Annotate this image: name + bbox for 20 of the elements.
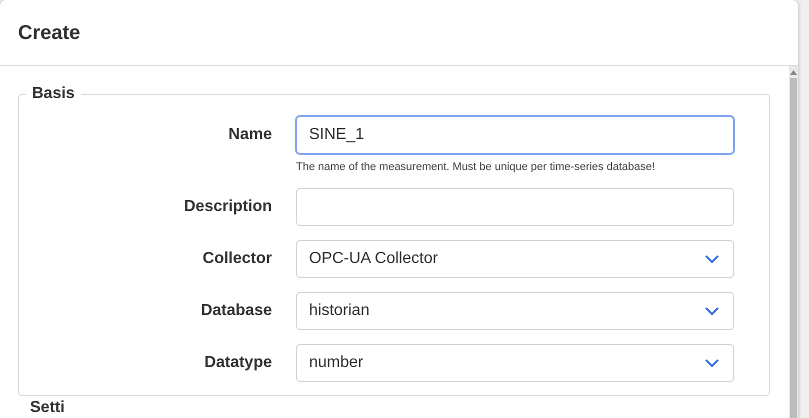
field-label: Datatype: [204, 353, 272, 373]
chevron-down-icon: [705, 306, 719, 316]
field-hint: The name of the measurement. Must be unique per time-series database!: [296, 160, 656, 174]
field-label: Name: [228, 125, 272, 145]
field-label: Description: [184, 197, 272, 217]
field-label: Database: [200, 301, 272, 321]
select-field[interactable]: historian: [296, 292, 734, 330]
text-input-field[interactable]: [296, 188, 734, 226]
select-field[interactable]: OPC-UA Collector: [296, 240, 734, 278]
field-label: Collector: [202, 249, 272, 269]
dialog-title: Create: [18, 20, 80, 46]
scrollbar[interactable]: [789, 66, 798, 418]
chevron-down-icon: [705, 254, 719, 264]
text-input-field[interactable]: SINE_1: [296, 116, 734, 154]
section-legend: Basis: [26, 82, 81, 106]
scrollbar-thumb[interactable]: [790, 78, 797, 418]
select-field[interactable]: number: [296, 344, 734, 382]
chevron-down-icon: [705, 358, 719, 368]
scroll-up-icon[interactable]: [790, 70, 797, 74]
section-legend: Setti: [30, 400, 770, 416]
